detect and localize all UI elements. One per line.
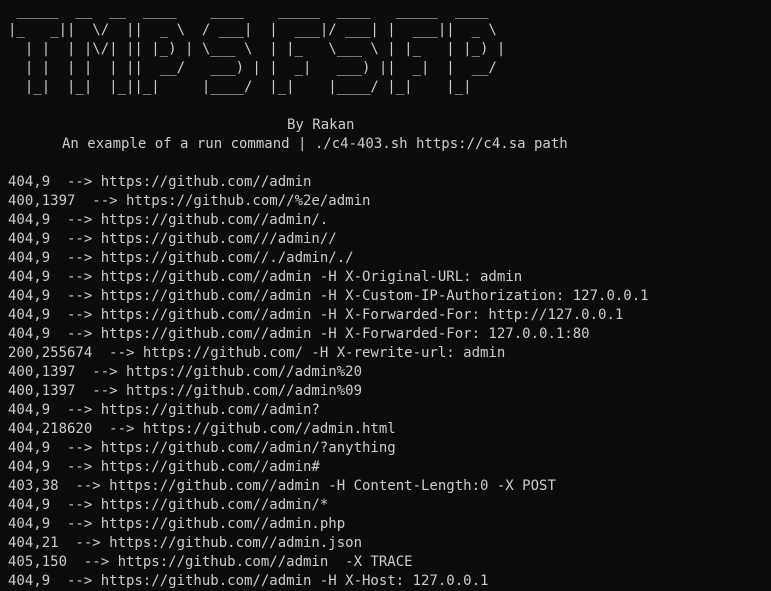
result-line: 400,1397 --> https://github.com//admin%2… — [8, 364, 363, 380]
result-line: 405,150 --> https://github.com//admin -X… — [8, 554, 413, 570]
result-line: 404,21 --> https://github.com//admin.jso… — [8, 535, 363, 551]
result-line: 200,255674 --> https://github.com/ -H X-… — [8, 345, 506, 361]
result-line: 404,9 --> https://github.com//admin# — [8, 459, 320, 475]
result-line: 404,9 --> https://github.com//admin/. — [8, 212, 329, 228]
result-line: 404,9 --> https://github.com//admin -H X… — [8, 269, 523, 285]
result-line: 404,9 --> https://github.com//admin/* — [8, 497, 329, 513]
result-line: 404,9 --> https://github.com//admin -H X… — [8, 307, 624, 323]
result-line: 404,9 --> https://github.com//admin -H X… — [8, 288, 649, 304]
result-line: 400,1397 --> https://github.com//admin%0… — [8, 383, 363, 399]
result-line: 403,38 --> https://github.com//admin -H … — [8, 478, 556, 494]
ascii-banner: _____ __ __ ____ ____ _____ ____ _____ _… — [8, 3, 506, 95]
result-line: 404,9 --> https://github.com//admin -H X… — [8, 326, 590, 342]
usage-example: An example of a run command | ./c4-403.s… — [62, 136, 568, 152]
result-line: 404,9 --> https://github.com//admin — [8, 174, 312, 190]
result-line: 404,9 --> https://github.com//admin? — [8, 402, 320, 418]
result-line: 400,1397 --> https://github.com//%2e/adm… — [8, 193, 371, 209]
result-line: 404,9 --> https://github.com//admin/?any… — [8, 440, 396, 456]
results-list: 404,9 --> https://github.com//admin 400,… — [8, 173, 771, 591]
result-line: 404,9 --> https://github.com///admin// — [8, 231, 337, 247]
result-line: 404,9 --> https://github.com//./admin/./ — [8, 250, 354, 266]
terminal-window[interactable]: _____ __ __ ____ ____ _____ ____ _____ _… — [0, 0, 771, 591]
result-line: 404,218620 --> https://github.com//admin… — [8, 421, 396, 437]
result-line: 404,9 --> https://github.com//admin.php — [8, 516, 346, 532]
result-line: 404,9 --> https://github.com//admin -H X… — [8, 573, 489, 589]
author-credit: By Rakan — [287, 117, 355, 133]
